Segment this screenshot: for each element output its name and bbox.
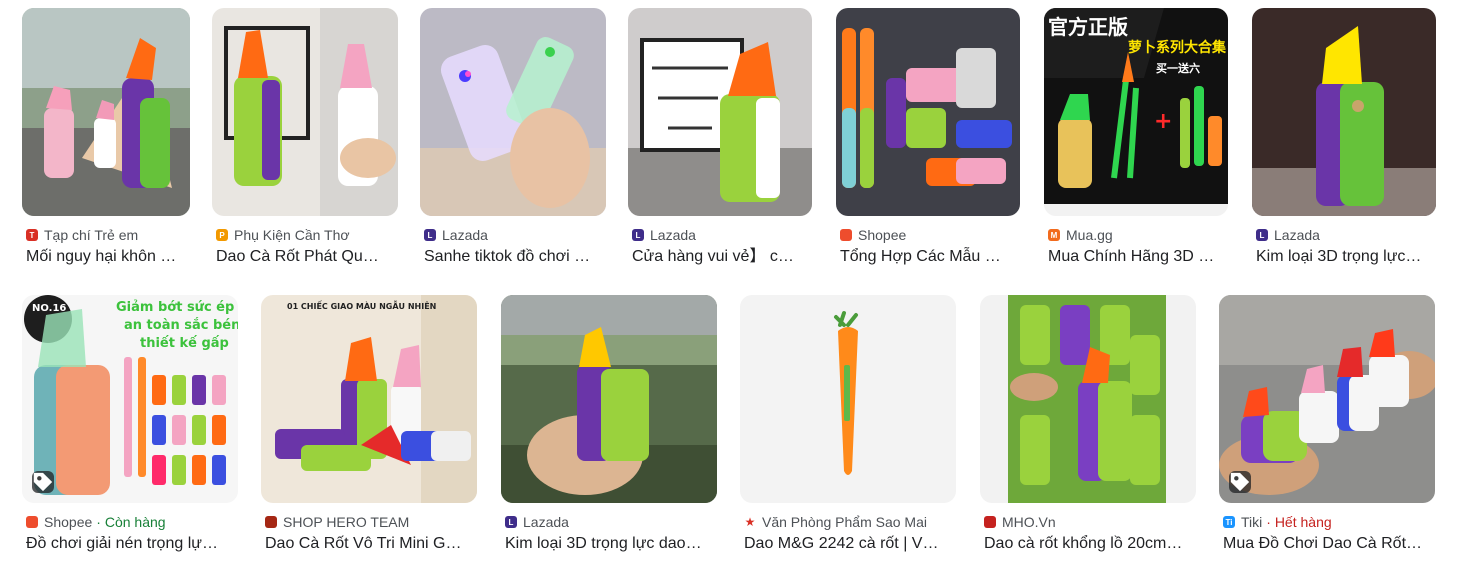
- result-thumbnail[interactable]: [1252, 8, 1436, 216]
- result-card-7[interactable]: L Lazada Kim loại 3D trọng lực…: [1252, 8, 1436, 270]
- result-title[interactable]: Dao M&G 2242 cà rốt | V…: [744, 533, 956, 555]
- result-card-4[interactable]: L Lazada Cửa hàng vui vẻ】 c…: [628, 8, 812, 270]
- favicon: [840, 229, 852, 241]
- result-thumbnail[interactable]: [836, 8, 1020, 216]
- carrot-knife-photo: [420, 8, 606, 216]
- result-thumbnail[interactable]: [501, 295, 717, 503]
- source-name[interactable]: Mua.gg: [1066, 227, 1113, 243]
- banner-text: 买一送六: [1156, 61, 1200, 75]
- source-name[interactable]: Lazada: [442, 227, 488, 243]
- carrot-knife-photo: [501, 295, 717, 503]
- source-name[interactable]: Phụ Kiện Cần Thơ: [234, 227, 350, 243]
- result-card-13[interactable]: Ti Tiki · Hết hàng Mua Đồ Chơi Dao Cà Rốt…: [1219, 295, 1435, 557]
- result-card-10[interactable]: L Lazada Kim loại 3D trọng lực dao…: [501, 295, 717, 557]
- banner-text: 官方正版: [1048, 15, 1128, 39]
- result-thumbnail[interactable]: NO.16 Giảm bớt sức ép an toàn sắc bén th…: [22, 295, 238, 503]
- result-title[interactable]: Mối nguy hại khôn …: [26, 246, 190, 268]
- result-card-5[interactable]: Shopee Tổng Hợp Các Mẫu …: [836, 8, 1020, 270]
- carrot-knife-photo: 官方正版 萝卜系列大合集 买一送六 +: [1044, 8, 1228, 216]
- result-title[interactable]: Đồ chơi giải nén trọng lự…: [26, 533, 238, 555]
- source-name[interactable]: Tạp chí Trẻ em: [44, 227, 138, 243]
- result-card-8[interactable]: NO.16 Giảm bớt sức ép an toàn sắc bén th…: [22, 295, 238, 557]
- carrot-cutter-photo: [740, 295, 956, 503]
- result-card-12[interactable]: MHO.Vn Dao cà rốt khổng lồ 20cm…: [980, 295, 1196, 557]
- carrot-knife-photo: NO.16 Giảm bớt sức ép an toàn sắc bén th…: [22, 295, 238, 503]
- carrot-knife-photo: [836, 8, 1020, 216]
- favicon: L: [632, 229, 644, 241]
- result-title[interactable]: Kim loại 3D trọng lực…: [1256, 246, 1436, 268]
- source-name[interactable]: Shopee: [858, 227, 906, 243]
- stock-status: · Hết hàng: [1266, 514, 1332, 530]
- result-card-3[interactable]: L Lazada Sanhe tiktok đồ chơi …: [420, 8, 606, 270]
- banner-text: an toàn sắc bén: [124, 318, 238, 333]
- result-thumbnail[interactable]: [628, 8, 812, 216]
- favicon: L: [505, 516, 517, 528]
- result-thumbnail[interactable]: 01 CHIẾC GIAO MÀU NGẪU NHIÊN: [261, 295, 477, 503]
- favicon: L: [1256, 229, 1268, 241]
- favicon: Ti: [1223, 516, 1235, 528]
- result-thumbnail[interactable]: [1219, 295, 1435, 503]
- result-card-1[interactable]: T Tạp chí Trẻ em Mối nguy hại khôn …: [22, 8, 190, 270]
- favicon: L: [424, 229, 436, 241]
- result-title[interactable]: Kim loại 3D trọng lực dao…: [505, 533, 717, 555]
- source-name[interactable]: SHOP HERO TEAM: [283, 514, 409, 530]
- carrot-knife-photo: [628, 8, 812, 216]
- result-title[interactable]: Tổng Hợp Các Mẫu …: [840, 246, 1020, 268]
- result-title[interactable]: Sanhe tiktok đồ chơi …: [424, 246, 606, 268]
- favicon: [26, 516, 38, 528]
- source-name[interactable]: Lazada: [1274, 227, 1320, 243]
- result-thumbnail[interactable]: 官方正版 萝卜系列大合集 买一送六 +: [1044, 8, 1228, 216]
- favicon: P: [216, 229, 228, 241]
- result-title[interactable]: Dao cà rốt khổng lồ 20cm…: [984, 533, 1196, 555]
- result-card-2[interactable]: P Phụ Kiện Cần Thơ Dao Cà Rốt Phát Qu…: [212, 8, 398, 270]
- badge-text: NO.16: [32, 303, 66, 314]
- result-thumbnail[interactable]: [740, 295, 956, 503]
- banner-text: 萝卜系列大合集: [1128, 39, 1227, 56]
- source-name[interactable]: Tiki: [1241, 514, 1262, 530]
- carrot-knife-photo: [212, 8, 398, 216]
- favicon: [984, 516, 996, 528]
- source-name[interactable]: Shopee: [44, 514, 92, 530]
- result-thumbnail[interactable]: [22, 8, 190, 216]
- shopping-tag-icon: [32, 471, 54, 493]
- favicon: M: [1048, 229, 1060, 241]
- result-card-11[interactable]: ★ Văn Phòng Phẩm Sao Mai Dao M&G 2242 cà …: [740, 295, 956, 557]
- result-thumbnail[interactable]: [980, 295, 1196, 503]
- source-name[interactable]: Văn Phòng Phẩm Sao Mai: [762, 514, 927, 530]
- shopping-tag-icon: [1229, 471, 1251, 493]
- source-name[interactable]: Lazada: [650, 227, 696, 243]
- carrot-knife-photo: [1252, 8, 1436, 216]
- favicon: T: [26, 229, 38, 241]
- favicon: ★: [744, 515, 756, 529]
- source-name[interactable]: MHO.Vn: [1002, 514, 1056, 530]
- source-name[interactable]: Lazada: [523, 514, 569, 530]
- stock-status: · Còn hàng: [96, 514, 166, 530]
- result-title[interactable]: Mua Chính Hãng 3D …: [1048, 246, 1228, 268]
- result-thumbnail[interactable]: [212, 8, 398, 216]
- carrot-knife-photo: [22, 8, 190, 216]
- favicon: [265, 516, 277, 528]
- carrot-knife-photo: 01 CHIẾC GIAO MÀU NGẪU NHIÊN: [261, 295, 477, 503]
- result-card-9[interactable]: 01 CHIẾC GIAO MÀU NGẪU NHIÊN SHOP HERO T…: [261, 295, 477, 557]
- carrot-knife-photo: [1008, 295, 1166, 503]
- result-card-6[interactable]: 官方正版 萝卜系列大合集 买一送六 + M Mua.gg Mua Chính Hã…: [1044, 8, 1228, 270]
- banner-text: Giảm bớt sức ép: [116, 300, 234, 315]
- result-title[interactable]: Dao Cà Rốt Phát Qu…: [216, 246, 398, 268]
- result-thumbnail[interactable]: [420, 8, 606, 216]
- svg-text:+: +: [1154, 109, 1172, 134]
- result-title[interactable]: Cửa hàng vui vẻ】 c…: [632, 246, 812, 268]
- carrot-knife-photo: [1219, 295, 1435, 503]
- result-title[interactable]: Mua Đồ Chơi Dao Cà Rốt…: [1223, 533, 1435, 555]
- result-title[interactable]: Dao Cà Rốt Vô Tri Mini G…: [265, 533, 477, 555]
- banner-text: thiết kế gấp: [140, 336, 229, 351]
